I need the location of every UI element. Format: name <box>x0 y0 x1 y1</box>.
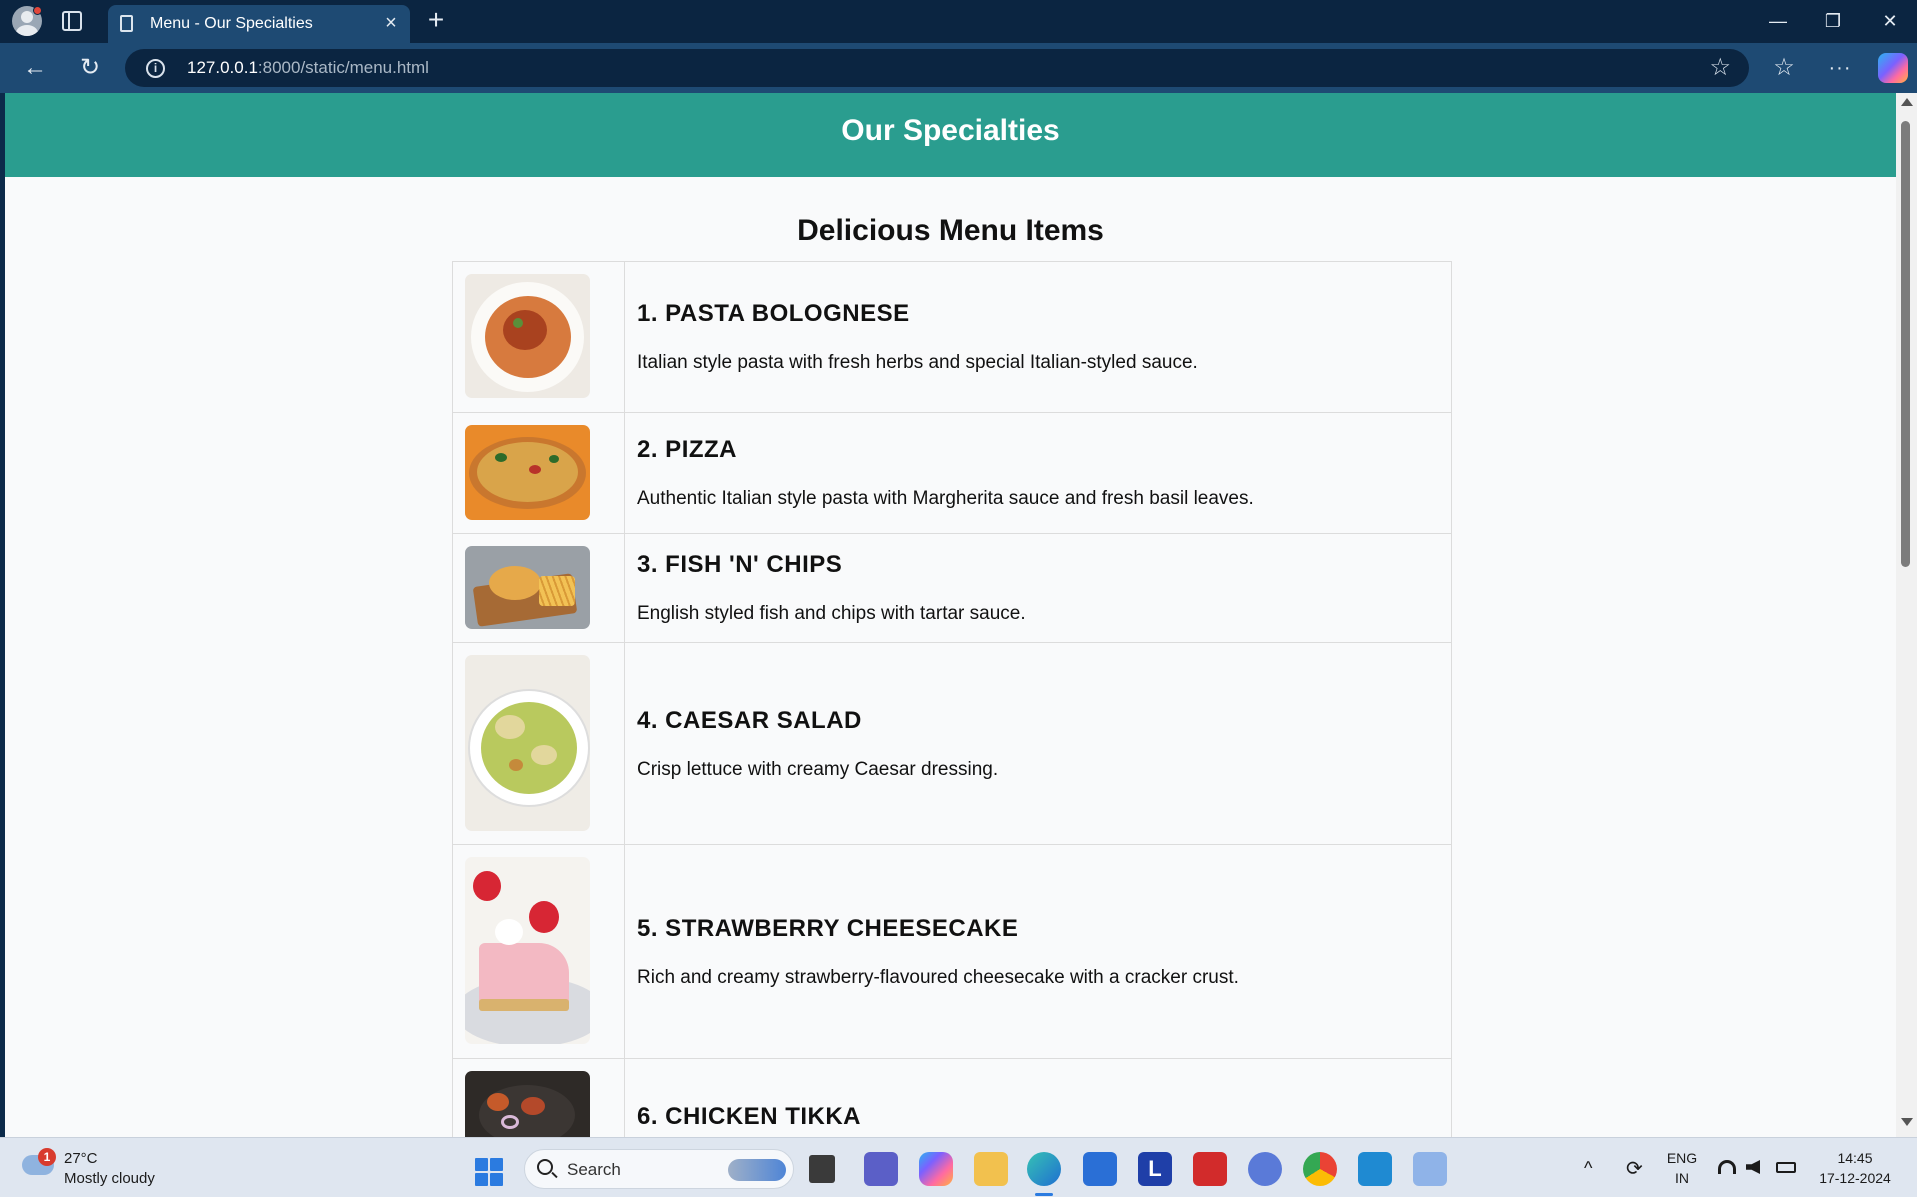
dish-description: Italian style pasta with fresh herbs and… <box>637 352 1198 373</box>
dish-description: Crisp lettuce with creamy Caesar dressin… <box>637 758 999 780</box>
copilot-icon[interactable] <box>1878 53 1908 83</box>
windows-taskbar: 1 27°C Mostly cloudy Search L ^ ⟳ ENG IN… <box>0 1137 1917 1197</box>
volume-icon[interactable] <box>1746 1160 1760 1174</box>
tab-title: Menu - Our Specialties <box>150 15 313 32</box>
menu-row: 2. PIZZA Authentic Italian style pasta w… <box>453 413 1451 534</box>
wifi-icon[interactable] <box>1718 1160 1736 1174</box>
pizza-image <box>465 425 590 520</box>
reload-button[interactable]: ↻ <box>75 53 105 83</box>
menu-text-cell: 4. CAESAR SALAD Crisp lettuce with cream… <box>625 643 1451 844</box>
close-window-button[interactable]: ✕ <box>1868 8 1912 34</box>
browser-toolbar: ← ↻ i 127.0.0.1:8000/static/menu.html ☆ … <box>0 43 1917 93</box>
document-icon <box>120 15 133 32</box>
menu-row: 1. PASTA BOLOGNESE Italian style pasta w… <box>453 262 1451 413</box>
arc-icon[interactable] <box>1248 1152 1282 1186</box>
weather-description[interactable]: Mostly cloudy <box>64 1170 155 1187</box>
vscode-icon[interactable] <box>1358 1152 1392 1186</box>
chicken-tikka-image <box>465 1071 590 1137</box>
dish-name: 6. CHICKEN TIKKA <box>637 1103 862 1130</box>
strawberry-cheesecake-image <box>465 857 590 1044</box>
weather-notification-badge: 1 <box>38 1148 56 1166</box>
tab-menu-our-specialties[interactable]: Menu - Our Specialties × <box>108 5 410 43</box>
dish-name: 1. PASTA BOLOGNESE <box>637 300 910 327</box>
menu-image-cell <box>453 1059 625 1137</box>
dish-name: 4. CAESAR SALAD <box>637 706 862 734</box>
menu-text-cell: 2. PIZZA Authentic Italian style pasta w… <box>625 413 1451 533</box>
weather-temperature[interactable]: 27°C <box>64 1150 98 1167</box>
chrome-icon[interactable] <box>1303 1152 1337 1186</box>
favorite-star-icon[interactable]: ☆ <box>1709 55 1731 81</box>
clock-date[interactable]: 17-12-2024 <box>1808 1170 1902 1186</box>
minimize-button[interactable]: — <box>1756 8 1800 34</box>
close-tab-button[interactable]: × <box>380 12 402 34</box>
dish-description: Authentic Italian style pasta with Margh… <box>637 488 1254 509</box>
menu-text-cell: 6. CHICKEN TIKKA <box>625 1059 1451 1137</box>
teams-icon[interactable] <box>864 1152 898 1186</box>
language-top[interactable]: ENG <box>1664 1150 1700 1166</box>
fish-and-chips-image <box>465 546 590 629</box>
address-bar[interactable]: i 127.0.0.1:8000/static/menu.html ☆ <box>125 49 1749 87</box>
dish-description: English styled fish and chips with tarta… <box>637 603 1026 624</box>
dish-name: 3. FISH 'N' CHIPS <box>637 551 843 578</box>
menu-image-cell <box>453 262 625 412</box>
file-explorer-icon[interactable] <box>809 1155 835 1183</box>
menu-text-cell: 1. PASTA BOLOGNESE Italian style pasta w… <box>625 262 1451 412</box>
mcafee-icon[interactable] <box>1193 1152 1227 1186</box>
page-scrollbar[interactable] <box>1896 93 1917 1137</box>
windows-start-icon[interactable] <box>475 1158 503 1186</box>
scroll-up-arrow-icon[interactable] <box>1901 98 1913 106</box>
menu-row: 3. FISH 'N' CHIPS English styled fish an… <box>453 534 1451 643</box>
scroll-thumb[interactable] <box>1901 121 1910 567</box>
dish-name: 2. PIZZA <box>637 436 738 463</box>
edge-icon[interactable] <box>1027 1152 1061 1186</box>
favorites-list-icon[interactable]: ☆ <box>1769 53 1799 83</box>
menu-text-cell: 3. FISH 'N' CHIPS English styled fish an… <box>625 534 1451 642</box>
section-title: Delicious Menu Items <box>797 214 1104 247</box>
pasta-bolognese-image <box>465 274 590 398</box>
dish-name: 5. STRAWBERRY CHEESECAKE <box>637 914 1019 942</box>
profile-notification-dot <box>33 6 42 15</box>
language-bottom[interactable]: IN <box>1664 1170 1700 1186</box>
snipping-tool-icon[interactable] <box>1413 1152 1447 1186</box>
scroll-down-arrow-icon[interactable] <box>1901 1118 1913 1126</box>
more-menu-icon[interactable]: ··· <box>1825 53 1855 83</box>
battery-icon[interactable] <box>1776 1162 1796 1173</box>
search-label: Search <box>567 1160 621 1179</box>
dish-description: Rich and creamy strawberry-flavoured che… <box>637 966 1239 988</box>
l-app-icon[interactable]: L <box>1138 1152 1172 1186</box>
caesar-salad-image <box>465 655 590 831</box>
restore-button[interactable]: ❐ <box>1811 8 1855 34</box>
search-highlight-icon <box>728 1159 786 1181</box>
url-path: :8000/static/menu.html <box>257 58 429 77</box>
menu-image-cell <box>453 534 625 642</box>
clock-time[interactable]: 14:45 <box>1808 1150 1902 1166</box>
site-header: Our Specialties <box>5 93 1896 177</box>
page-title: Our Specialties <box>841 114 1060 147</box>
menu-row: 5. STRAWBERRY CHEESECAKE Rich and creamy… <box>453 845 1451 1059</box>
store-icon[interactable] <box>1083 1152 1117 1186</box>
menu-image-cell <box>453 845 625 1058</box>
menu-image-cell <box>453 413 625 533</box>
sync-icon[interactable]: ⟳ <box>1626 1156 1643 1181</box>
menu-image-cell <box>453 643 625 844</box>
browser-tab-bar: Menu - Our Specialties × + — ❐ ✕ <box>0 0 1917 43</box>
menu-text-cell: 5. STRAWBERRY CHEESECAKE Rich and creamy… <box>625 845 1451 1058</box>
url-host: 127.0.0.1 <box>187 58 258 77</box>
site-info-icon[interactable]: i <box>146 59 165 78</box>
url-text[interactable]: 127.0.0.1:8000/static/menu.html <box>187 58 429 78</box>
folder-icon[interactable] <box>974 1152 1008 1186</box>
tray-overflow-chevron-icon[interactable]: ^ <box>1584 1158 1592 1179</box>
new-tab-button[interactable]: + <box>423 6 449 34</box>
back-button[interactable]: ← <box>20 53 50 83</box>
menu-row: 4. CAESAR SALAD Crisp lettuce with cream… <box>453 643 1451 845</box>
taskbar-search-box[interactable]: Search <box>524 1149 794 1189</box>
search-icon <box>537 1159 553 1175</box>
tab-actions-icon[interactable] <box>62 11 82 31</box>
page-viewport: Our Specialties Delicious Menu Items 1. … <box>5 93 1896 1137</box>
menu-table: 1. PASTA BOLOGNESE Italian style pasta w… <box>452 261 1452 1137</box>
copilot-taskbar-icon[interactable] <box>919 1152 953 1186</box>
menu-row: 6. CHICKEN TIKKA <box>453 1059 1451 1137</box>
active-app-indicator <box>1035 1193 1053 1196</box>
